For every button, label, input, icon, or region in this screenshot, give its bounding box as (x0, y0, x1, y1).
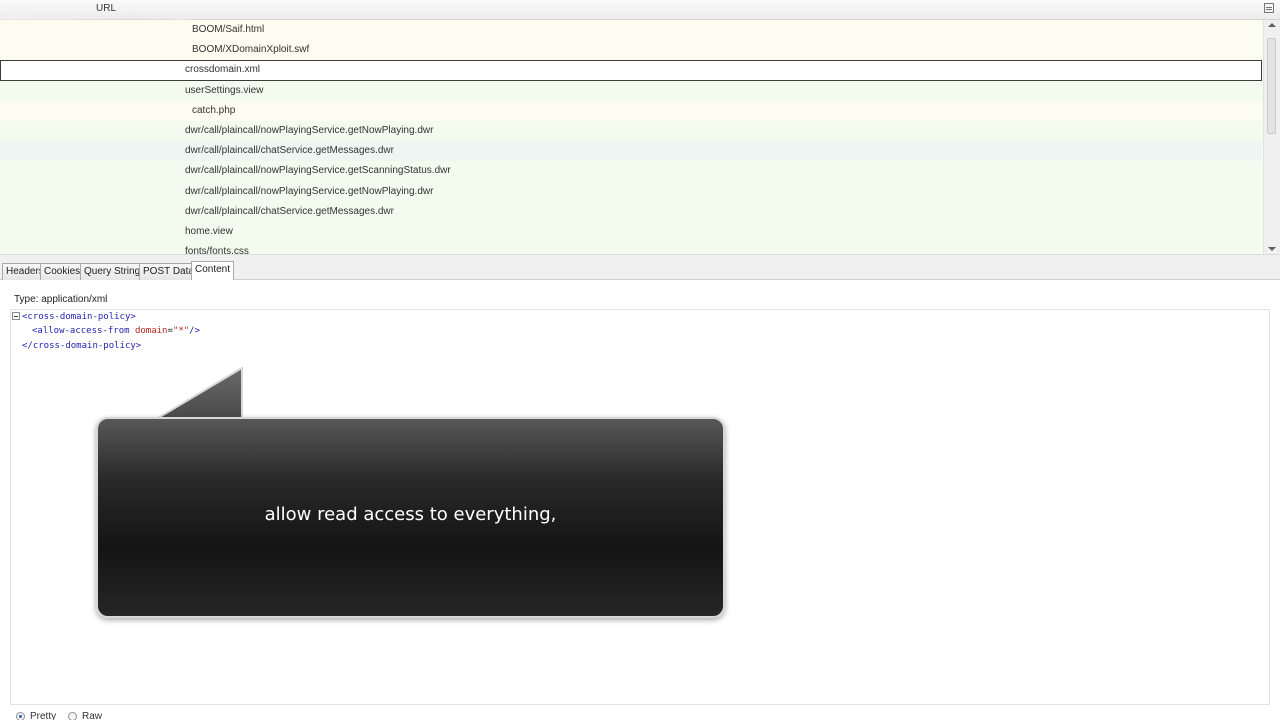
scroll-up-arrow-icon[interactable] (1268, 23, 1276, 27)
request-url: BOOM/XDomainXploit.swf (192, 44, 310, 56)
column-header-bar: URL (0, 0, 1280, 20)
request-row[interactable]: dwr/call/plaincall/nowPlayingService.get… (0, 161, 1262, 182)
request-row[interactable]: fonts/fonts.css (0, 242, 1262, 254)
request-row[interactable]: userSettings.view (0, 80, 1262, 101)
request-url: home.view (185, 225, 233, 237)
pretty-radio[interactable] (16, 712, 25, 720)
request-url: dwr/call/plaincall/nowPlayingService.get… (185, 124, 434, 136)
request-list-scrollbar[interactable] (1263, 20, 1280, 254)
request-row[interactable]: dwr/call/plaincall/chatService.getMessag… (0, 201, 1262, 222)
xml-attr-value: "*" (172, 326, 190, 336)
xml-attr-name: domain (134, 326, 168, 336)
url-column-header[interactable]: URL (96, 3, 116, 14)
scroll-down-arrow-icon[interactable] (1268, 247, 1276, 251)
request-url: crossdomain.xml (185, 64, 261, 76)
xml-open-tag: <cross-domain-policy> (22, 312, 136, 322)
pretty-label[interactable]: Pretty (30, 711, 56, 720)
request-url: catch.php (192, 104, 236, 116)
callout-text: allow read access to everything, (264, 504, 557, 525)
request-row[interactable]: catch.php (0, 100, 1262, 121)
column-picker-icon[interactable] (1264, 3, 1274, 13)
request-row[interactable]: crossdomain.xml (0, 60, 1262, 81)
request-row[interactable]: dwr/call/plaincall/nowPlayingService.get… (0, 120, 1262, 142)
annotation-callout: allow read access to everything, (96, 417, 725, 618)
xml-child-close: /> (189, 326, 201, 336)
request-list: URL BOOM/Saif.html BOOM/XDomainXploit.swf… (0, 0, 1280, 254)
raw-label[interactable]: Raw (82, 711, 102, 720)
xml-child-element: <allow-access-from domain="*"/> (32, 326, 200, 336)
request-url: BOOM/Saif.html (192, 24, 265, 35)
request-url: fonts/fonts.css (185, 246, 249, 254)
tab-post-data[interactable]: POST Data (139, 263, 198, 280)
request-url: dwr/call/plaincall/chatService.getMessag… (185, 145, 394, 157)
detail-tab-bar: Headers Cookies Query String POST Data C… (0, 254, 1280, 281)
scrollbar-thumb[interactable] (1267, 38, 1276, 134)
request-url: dwr/call/plaincall/nowPlayingService.get… (185, 165, 451, 177)
tab-query-string[interactable]: Query String (80, 263, 145, 280)
xml-child-open: <allow-access-from (32, 326, 130, 336)
raw-radio[interactable] (68, 712, 77, 720)
request-row[interactable]: home.view (0, 221, 1262, 243)
content-type-label: Type: application/xml (14, 294, 108, 305)
request-url: dwr/call/plaincall/nowPlayingService.get… (185, 185, 434, 197)
callout-pointer (158, 366, 243, 419)
request-row[interactable]: BOOM/Saif.html (0, 20, 1262, 41)
request-rows: BOOM/Saif.html BOOM/XDomainXploit.swf cros… (0, 20, 1262, 254)
tab-content[interactable]: Content (191, 261, 235, 281)
xml-close-tag: </cross-domain-policy> (22, 341, 142, 351)
request-row[interactable]: dwr/call/plaincall/nowPlayingService.get… (0, 181, 1262, 202)
request-row[interactable]: BOOM/XDomainXploit.swf (0, 40, 1262, 61)
request-url: dwr/call/plaincall/chatService.getMessag… (185, 205, 394, 217)
collapse-node-icon[interactable] (12, 312, 20, 320)
request-row[interactable]: dwr/call/plaincall/chatService.getMessag… (0, 141, 1262, 162)
request-url: userSettings.view (185, 84, 264, 96)
tab-cookies[interactable]: Cookies (40, 263, 85, 280)
